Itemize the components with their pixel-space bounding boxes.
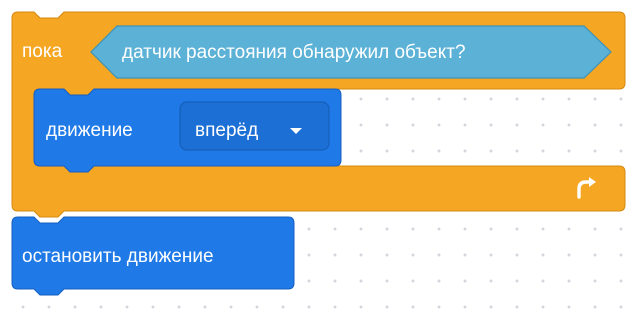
while-keyword: пока <box>22 41 63 62</box>
condition-reporter[interactable]: датчик расстояния обнаружил объект? <box>90 25 612 79</box>
direction-dropdown-value: вперёд <box>195 120 258 141</box>
stop-label: остановить движение <box>22 246 214 267</box>
condition-label: датчик расстояния обнаружил объект? <box>122 42 466 63</box>
code-workspace: пока датчик расстояния обнаружил объект?… <box>11 11 626 296</box>
drive-label: движение <box>46 120 133 141</box>
drive-block[interactable]: движение вперёд <box>33 88 342 173</box>
direction-dropdown[interactable]: вперёд <box>179 101 330 151</box>
stop-block[interactable]: остановить движение <box>11 216 295 296</box>
